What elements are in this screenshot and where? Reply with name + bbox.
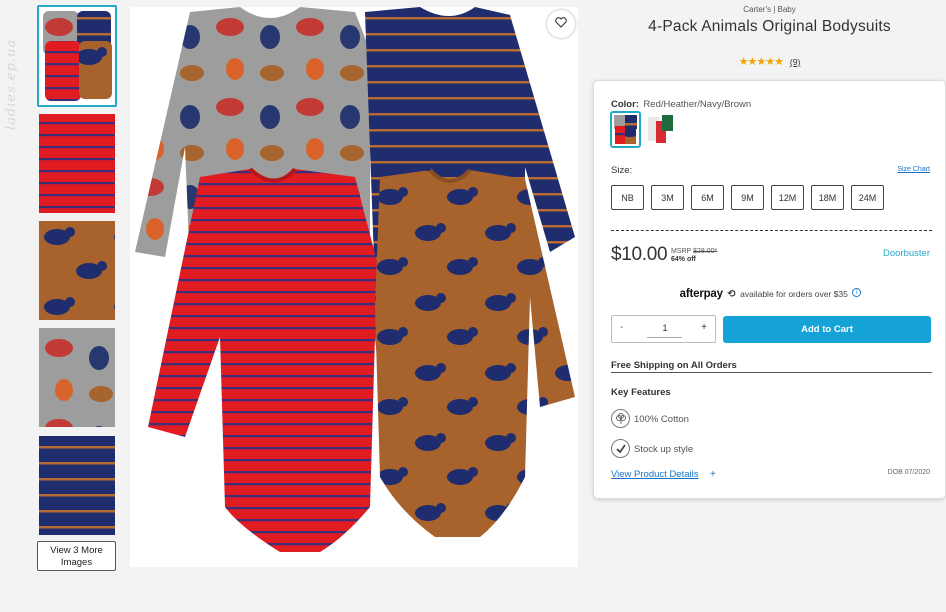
afterpay-text: available for orders over $35 (740, 289, 848, 299)
view-product-details-link[interactable]: View Product Details (611, 469, 698, 480)
info-icon[interactable]: i (852, 288, 862, 298)
size-label: Size: (611, 165, 633, 176)
percent-off: 64% off (671, 256, 696, 263)
thumbnail-brown-bears[interactable] (39, 221, 115, 320)
quantity-stepper: - 1 + (611, 315, 716, 343)
free-shipping-label: Free Shipping on All Orders (611, 360, 737, 371)
swatch-alternate-color[interactable] (644, 113, 675, 150)
review-count-link[interactable]: (9) (790, 57, 800, 67)
watermark: ladies.ep.ua (4, 38, 19, 130)
size-option-18m[interactable]: 18M (811, 185, 844, 210)
view-more-images-button[interactable]: View 3 More Images (37, 541, 116, 571)
sale-price: $10.00 (611, 244, 668, 265)
increment-button[interactable]: + (701, 322, 707, 333)
msrp: MSRP $28.00* (671, 247, 717, 256)
msrp-value: $28.00* (693, 248, 718, 255)
size-option-6m[interactable]: 6M (691, 185, 724, 210)
feature-cotton: 100% Cotton (634, 414, 689, 425)
dob-label: DOB 07/2020 (887, 469, 930, 476)
images-label: Images (60, 557, 93, 568)
quantity-input[interactable]: 1 (657, 323, 673, 334)
thumbnail-all-bodysuits[interactable] (37, 5, 117, 107)
product-title: 4-Pack Animals Original Bodysuits (648, 18, 891, 35)
color-row: Color: Red/Heather/Navy/Brown (611, 94, 751, 112)
thumbnail-red-stripe[interactable] (39, 114, 115, 213)
expand-icon[interactable]: + (710, 469, 716, 480)
size-chart-link[interactable]: Size Chart (897, 166, 930, 173)
doorbuster-badge: Doorbuster (883, 248, 930, 259)
key-features-heading: Key Features (611, 387, 671, 398)
quantity-underline (647, 337, 682, 338)
size-option-24m[interactable]: 24M (851, 185, 884, 210)
color-label: Color: (611, 99, 639, 110)
brand-breadcrumb[interactable]: Carter's | Baby (593, 5, 946, 14)
divider (611, 230, 932, 231)
purchase-card: Color: Red/Heather/Navy/Brown Size: Size… (593, 80, 946, 499)
msrp-label: MSRP (671, 248, 692, 255)
color-value: Red/Heather/Navy/Brown (643, 99, 752, 110)
afterpay-row: afterpay ⟲ available for orders over $35… (594, 284, 946, 302)
view-more-label: View 3 More (50, 545, 103, 556)
size-option-3m[interactable]: 3M (651, 185, 684, 210)
size-option-12m[interactable]: 12M (771, 185, 804, 210)
thumbnail-navy-stripe[interactable] (39, 436, 115, 535)
checkmark-icon (611, 439, 630, 458)
swatch-red-heather-navy-brown[interactable] (610, 111, 641, 148)
shipping-divider (611, 372, 932, 373)
size-option-nb[interactable]: NB (611, 185, 644, 210)
star-rating-icon: ★★★★★ (738, 56, 784, 68)
add-to-cart-button[interactable]: Add to Cart (723, 316, 931, 343)
afterpay-logo: afterpay (679, 288, 723, 300)
size-option-9m[interactable]: 9M (731, 185, 764, 210)
favorite-button[interactable] (547, 10, 575, 38)
feature-stock-up: Stock up style (634, 444, 694, 455)
cotton-icon (611, 409, 630, 428)
main-product-image[interactable] (130, 7, 578, 567)
rating[interactable]: ★★★★★ (9) (593, 55, 946, 68)
afterpay-arrow-icon: ⟲ (727, 289, 736, 300)
thumbnail-heather-animals[interactable] (39, 328, 115, 427)
decrement-button[interactable]: - (620, 322, 623, 333)
heart-icon (555, 15, 567, 33)
